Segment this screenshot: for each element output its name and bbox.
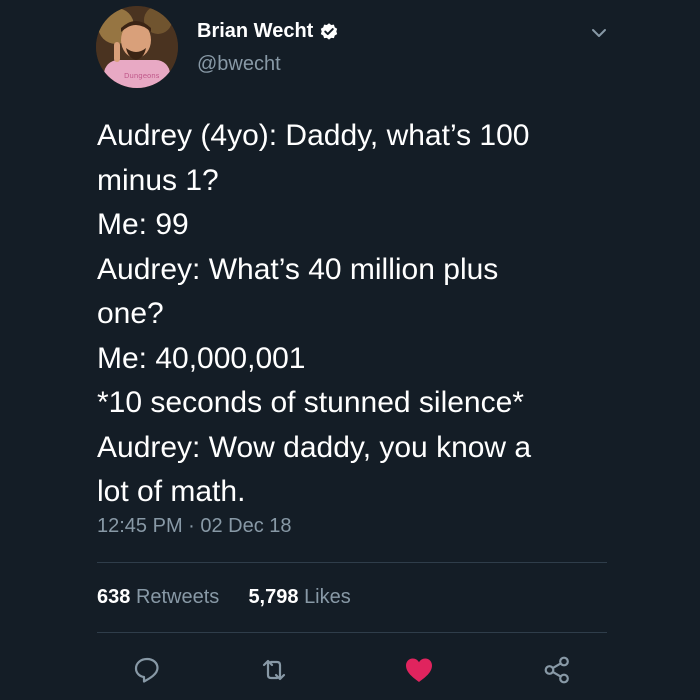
avatar[interactable]: Dungeons — [96, 6, 178, 88]
tweet-text-line: minus 1? — [97, 163, 219, 197]
likes-stat[interactable]: 5,798 Likes — [248, 586, 350, 608]
divider — [97, 632, 607, 633]
retweets-stat[interactable]: 638 Retweets — [97, 586, 225, 608]
share-icon — [544, 656, 569, 684]
display-name[interactable]: Brian Wecht — [197, 20, 313, 43]
avatar-shirt-text: Dungeons — [124, 72, 160, 80]
reply-icon — [134, 657, 159, 683]
reply-button[interactable] — [131, 654, 163, 686]
tweet-text-line: Audrey: Wow daddy, you know a — [97, 430, 532, 464]
tweet-card: Dungeons Brian Wecht @bwecht Audrey (4yo… — [0, 0, 700, 700]
tweet-text-line: Audrey (4yo): Daddy, what’s 100 — [97, 119, 530, 152]
author-handle[interactable]: @bwecht — [197, 53, 281, 76]
like-icon — [406, 658, 432, 682]
tweet-text: Audrey (4yo): Daddy, what’s 100 minus 1?… — [97, 114, 617, 515]
tweet-text-line: Audrey: What’s 40 million plus — [97, 252, 499, 286]
author-name-row[interactable]: Brian Wecht — [197, 20, 339, 43]
verified-badge-icon — [319, 22, 339, 42]
divider — [97, 562, 607, 563]
share-button[interactable] — [541, 654, 573, 686]
retweets-label: Retweets — [135, 586, 220, 608]
tweet-text-line: *10 seconds of stunned silence* — [97, 386, 524, 419]
tweet-text-line: Me: 99 — [97, 208, 189, 241]
tweet-stats: 638 Retweets 5,798 Likes — [97, 586, 351, 609]
avatar-image: Dungeons — [96, 6, 178, 88]
retweets-count: 638 — [97, 586, 131, 608]
tweet-timestamp[interactable]: 12:45 PM · 02 Dec 18 — [97, 515, 292, 538]
likes-count: 5,798 — [248, 586, 299, 608]
tweet-text-line: Me: 40,000,001 — [97, 341, 306, 375]
like-button[interactable] — [403, 654, 435, 686]
chevron-down-icon[interactable] — [588, 22, 610, 44]
retweet-button[interactable] — [258, 654, 290, 686]
tweet-text-line: one? — [97, 297, 164, 330]
likes-label: Likes — [304, 586, 351, 608]
tweet-text-line: lot of math. — [97, 475, 246, 508]
retweet-icon — [262, 659, 286, 681]
